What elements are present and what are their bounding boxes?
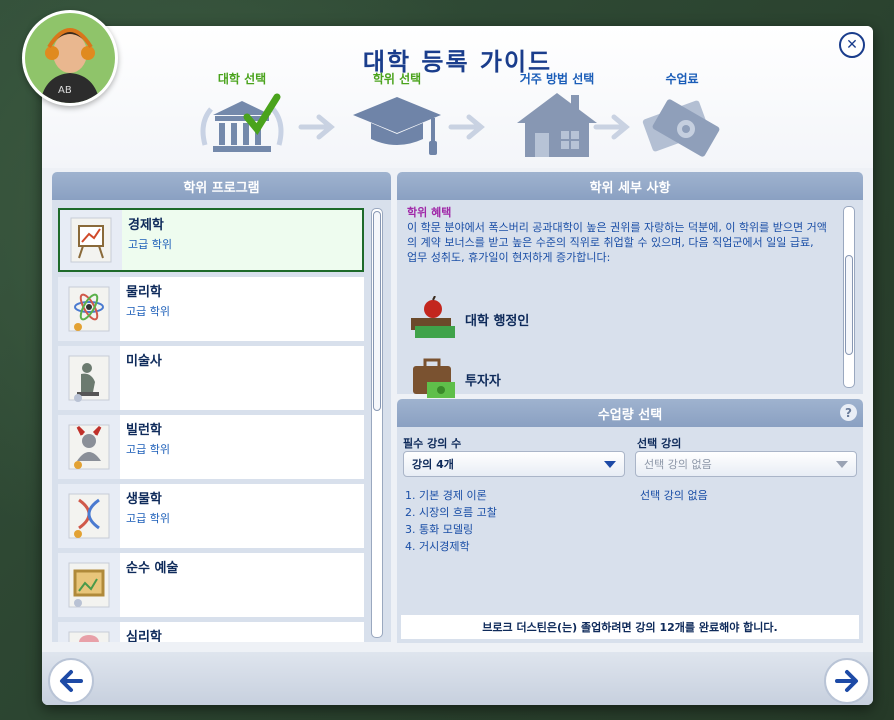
degree-item-art-history[interactable]: 미술사 xyxy=(58,346,364,410)
step-tuition: 수업료 xyxy=(632,70,732,161)
degree-list-scrollbar[interactable] xyxy=(371,208,383,638)
university-enrollment-dialog: 대학 등록 가이드 ✕ 대학 선택 학위 선택 거주 방법 선택 수업료 학위 … xyxy=(42,26,873,705)
degree-name: 미술사 xyxy=(126,354,162,369)
back-button[interactable] xyxy=(48,658,94,704)
course-item: 2. 시장의 흐름 고찰 xyxy=(405,506,497,519)
atom-icon xyxy=(58,277,120,341)
sim-avatar: AB xyxy=(22,10,118,106)
panel-title-text: 수업량 선택 xyxy=(597,407,663,423)
painting-frame-icon xyxy=(58,553,120,617)
step-university: 대학 선택 xyxy=(192,70,292,161)
dialog-header: 대학 등록 가이드 ✕ 대학 선택 학위 선택 거주 방법 선택 수업료 xyxy=(42,26,873,168)
elective-courses-label: 선택 강의 xyxy=(637,437,682,450)
details-body: 학위 혜택 이 학문 분야에서 폭스버리 공과대학이 높은 권위를 자랑하는 덕… xyxy=(397,200,863,398)
panel-title: 학위 프로그램 xyxy=(52,172,391,200)
degree-level: 고급 학위 xyxy=(128,238,172,251)
degree-name: 생물학 xyxy=(126,492,162,507)
dropdown-value: 선택 강의 없음 xyxy=(644,458,712,471)
dropdown-value: 강의 4개 xyxy=(412,458,454,471)
benefit-description: 이 학문 분야에서 폭스버리 공과대학이 높은 권위를 자랑하는 덕분에, 이 … xyxy=(407,221,827,264)
required-courses-dropdown[interactable]: 강의 4개 xyxy=(403,451,625,477)
briefcase-money-icon xyxy=(413,358,455,398)
arrow-right-icon xyxy=(835,670,858,692)
svg-text:AB: AB xyxy=(58,85,72,96)
details-scrollbar[interactable] xyxy=(843,206,855,388)
career-name: 대학 행정인 xyxy=(465,313,530,329)
degree-item-economics[interactable]: 경제학고급 학위 xyxy=(58,208,364,272)
elective-none-text: 선택 강의 없음 xyxy=(640,489,708,502)
benefit-label: 학위 혜택 xyxy=(407,206,452,219)
career-item: 투자자 xyxy=(409,356,501,402)
step-degree: 학위 선택 xyxy=(347,70,447,161)
required-courses-label: 필수 강의 수 xyxy=(403,437,462,450)
books-apple-icon xyxy=(411,296,455,338)
degree-name: 물리학 xyxy=(126,285,162,300)
close-button[interactable]: ✕ xyxy=(839,32,865,58)
step-label: 대학 선택 xyxy=(217,72,267,86)
degree-name: 빌런학 xyxy=(126,423,162,438)
degree-name: 순수 예술 xyxy=(126,561,179,576)
degree-list: 경제학 고급 학위 물리학 고급 학위 미술사 빌런학 고급 학위 생물학 고급… xyxy=(52,200,391,642)
elective-courses-dropdown[interactable]: 선택 강의 없음 xyxy=(635,451,857,477)
next-button[interactable] xyxy=(824,658,870,704)
degree-item-fine-art[interactable]: 순수 예술 xyxy=(58,553,364,617)
degree-item-biology[interactable]: 생물학고급 학위 xyxy=(58,484,364,548)
career-name: 투자자 xyxy=(465,373,501,389)
university-building-icon xyxy=(200,93,284,152)
course-item: 3. 통화 모델링 xyxy=(405,523,474,536)
help-button[interactable]: ? xyxy=(840,404,857,421)
career-item: 대학 행정인 xyxy=(409,296,529,342)
villain-bust-icon xyxy=(58,415,120,479)
degree-name: 경제학 xyxy=(128,218,164,233)
dna-icon xyxy=(58,484,120,548)
course-body: 필수 강의 수 선택 강의 강의 4개 선택 강의 없음 1. 기본 경제 이론… xyxy=(397,427,863,643)
arrow-right-icon xyxy=(448,114,485,140)
chevron-down-icon xyxy=(604,460,616,468)
course-item: 4. 거시경제학 xyxy=(405,540,470,553)
arrow-right-icon xyxy=(593,114,630,140)
step-label: 수업료 xyxy=(665,72,699,86)
course-item: 1. 기본 경제 이론 xyxy=(405,489,487,502)
course-load-panel: 수업량 선택 ? 필수 강의 수 선택 강의 강의 4개 선택 강의 없음 1.… xyxy=(397,399,863,643)
question-icon: ? xyxy=(845,405,852,420)
degree-item-villainy[interactable]: 빌런학고급 학위 xyxy=(58,415,364,479)
scrollbar-thumb[interactable] xyxy=(845,255,853,355)
graduation-requirement-note: 브로크 더스틴은(는) 졸업하려면 강의 12개를 완료해야 합니다. xyxy=(401,615,859,639)
brain-icon xyxy=(58,622,120,642)
panel-title: 학위 세부 사항 xyxy=(397,172,863,200)
money-bills-icon xyxy=(642,99,720,157)
close-icon: ✕ xyxy=(846,37,858,53)
scrollbar-thumb[interactable] xyxy=(373,211,381,411)
degree-level: 고급 학위 xyxy=(126,305,170,318)
graduation-cap-icon xyxy=(353,97,441,155)
degree-details-panel: 학위 세부 사항 학위 혜택 이 학문 분야에서 폭스버리 공과대학이 높은 권… xyxy=(397,172,863,398)
step-label: 학위 선택 xyxy=(372,72,422,86)
degree-name: 심리학 xyxy=(126,630,162,642)
degree-level: 고급 학위 xyxy=(126,512,170,525)
dialog-title: 대학 등록 가이드 xyxy=(362,48,553,76)
step-label: 거주 방법 선택 xyxy=(519,72,595,86)
degree-programs-panel: 학위 프로그램 경제학 고급 학위 물리학 고급 학위 미술사 빌런학 고급 학… xyxy=(52,172,391,642)
arrow-right-icon xyxy=(298,114,335,140)
panel-title: 수업량 선택 xyxy=(397,399,863,427)
easel-chart-icon xyxy=(60,210,122,270)
degree-item-psychology[interactable]: 심리학 xyxy=(58,622,364,642)
thinker-statue-icon xyxy=(58,346,120,410)
degree-item-physics[interactable]: 물리학고급 학위 xyxy=(58,277,364,341)
degree-level: 고급 학위 xyxy=(126,443,170,456)
arrow-left-icon xyxy=(60,670,83,692)
navigation-bar xyxy=(42,652,873,705)
chevron-down-icon xyxy=(836,460,848,468)
